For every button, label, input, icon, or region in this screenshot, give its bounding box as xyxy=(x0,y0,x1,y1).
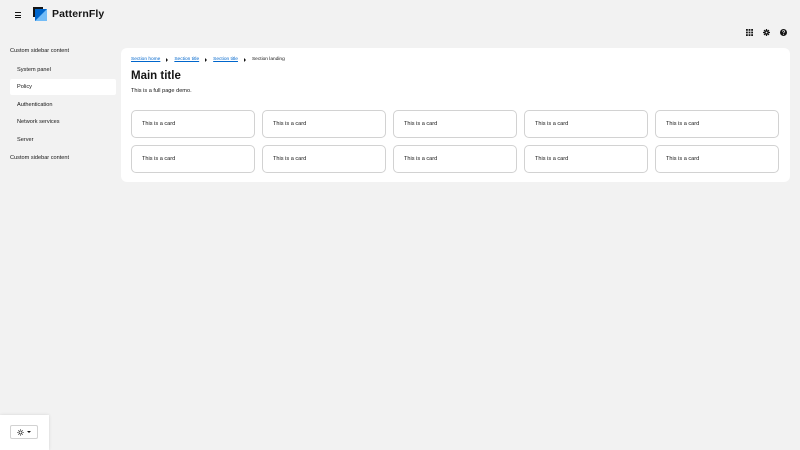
menu-icon-line xyxy=(15,14,21,16)
breadcrumb-link-section-title-2[interactable]: Section title xyxy=(213,57,238,62)
theme-selector-button[interactable] xyxy=(10,425,38,439)
card[interactable]: This is a card xyxy=(393,110,517,138)
card-gallery: This is a card This is a card This is a … xyxy=(131,110,779,173)
help-button[interactable] xyxy=(779,28,788,37)
breadcrumb-link-section-home[interactable]: Section home xyxy=(131,57,160,62)
main-content: Section home Section title Section title… xyxy=(121,48,790,182)
breadcrumb: Section home Section title Section title… xyxy=(131,57,285,62)
sidebar-item-authentication[interactable]: Authentication xyxy=(10,97,116,113)
page-description: This is a full page demo. xyxy=(131,88,192,94)
card[interactable]: This is a card xyxy=(655,145,779,173)
app-launcher-button[interactable] xyxy=(745,28,754,37)
gear-icon xyxy=(763,29,770,36)
logo-icon xyxy=(33,7,47,21)
card[interactable]: This is a card xyxy=(131,110,255,138)
masthead: PatternFly xyxy=(0,0,800,42)
sidebar: Custom sidebar content System panel Poli… xyxy=(0,42,120,167)
card[interactable]: This is a card xyxy=(131,145,255,173)
sidebar-item-policy[interactable]: Policy xyxy=(10,79,116,95)
sidebar-item-network-services[interactable]: Network services xyxy=(10,114,116,130)
card[interactable]: This is a card xyxy=(393,145,517,173)
logo-text: PatternFly xyxy=(52,8,105,20)
card[interactable]: This is a card xyxy=(524,110,648,138)
menu-icon xyxy=(15,12,21,13)
breadcrumb-separator-icon xyxy=(238,57,252,62)
card[interactable]: This is a card xyxy=(262,145,386,173)
settings-button[interactable] xyxy=(762,28,771,37)
sidebar-custom-content-bottom: Custom sidebar content xyxy=(10,155,70,161)
breadcrumb-separator-icon xyxy=(160,57,174,62)
card[interactable]: This is a card xyxy=(655,110,779,138)
menu-icon-line xyxy=(15,17,21,18)
sidebar-custom-content-top: Custom sidebar content xyxy=(10,48,70,54)
sidebar-item-server[interactable]: Server xyxy=(10,132,116,148)
chevron-down-icon xyxy=(27,431,31,433)
grid-icon xyxy=(746,29,753,36)
help-icon xyxy=(780,29,787,36)
sun-icon xyxy=(17,428,24,436)
menu-toggle-button[interactable] xyxy=(10,8,26,22)
logo[interactable]: PatternFly xyxy=(32,6,104,22)
breadcrumb-current: Section landing xyxy=(251,57,285,62)
header-tools xyxy=(745,28,788,37)
page-title: Main title xyxy=(131,70,181,82)
theme-panel xyxy=(0,415,49,450)
breadcrumb-link-section-title[interactable]: Section title xyxy=(174,57,199,62)
breadcrumb-separator-icon xyxy=(199,57,213,62)
card[interactable]: This is a card xyxy=(524,145,648,173)
sidebar-item-system-panel[interactable]: System panel xyxy=(10,62,116,78)
card[interactable]: This is a card xyxy=(262,110,386,138)
